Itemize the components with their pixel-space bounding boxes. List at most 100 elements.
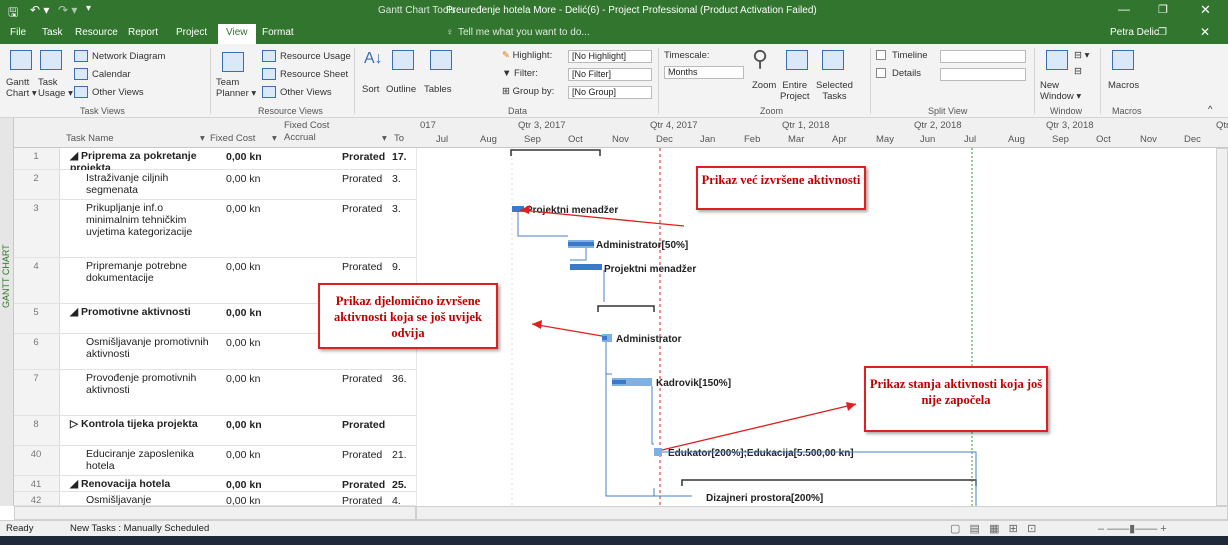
progress-bar[interactable] [612,380,626,384]
total-cell[interactable]: 21. [392,449,407,461]
progress-bar[interactable] [602,336,607,340]
other-views-button[interactable]: Other Views [92,87,144,98]
fixed-cost-cell[interactable]: 0,00 kn [226,479,262,491]
row-header[interactable]: 4 [14,258,60,303]
vertical-scrollbar[interactable] [1216,148,1228,506]
macros-button[interactable]: Macros [1108,80,1139,91]
progress-bar[interactable] [568,242,594,246]
row-header[interactable]: 1 [14,148,60,169]
tab-view[interactable]: View [218,24,256,44]
fixed-cost-cell[interactable]: 0,00 kn [226,261,260,273]
task-name-cell[interactable]: ▷ Kontrola tijeka projekta [70,418,214,430]
total-cell[interactable]: 3. [392,173,401,185]
timeline-dropdown[interactable] [940,50,1026,63]
row-header[interactable]: 42 [14,492,60,506]
fixed-cost-cell[interactable]: 0,00 kn [226,307,262,319]
tell-me-box[interactable]: Tell me what you want to do... [458,27,590,38]
accrual-cell[interactable]: Prorated [342,151,385,163]
task-usage-button[interactable]: Task Usage ▾ [38,77,73,99]
column-fixed-cost-accrual[interactable]: Fixed Cost Accrual [284,120,329,144]
outline-button[interactable]: Outline [386,84,416,95]
accrual-cell[interactable]: Prorated [342,479,385,491]
task-name-cell[interactable]: Istraživanje ciljnih segmenata [86,172,214,196]
table-row[interactable]: 1 ◢ Priprema za pokretanje projekta 0,00 k… [14,148,416,174]
sort-button[interactable]: Sort [362,84,379,95]
row-header[interactable]: 2 [14,170,60,199]
other-resource-views-button[interactable]: Other Views [280,87,332,98]
save-icon[interactable]: 🖫 [8,3,18,24]
task-name-cell[interactable]: Pripremanje potrebne dokumentacije [86,260,214,284]
row-header[interactable]: 3 [14,200,60,257]
fixed-cost-cell[interactable]: 0,00 kn [226,173,260,185]
task-name-cell[interactable]: Provođenje promotivnih aktivnosti [86,372,214,396]
team-planner-icon[interactable] [222,52,244,72]
total-cell[interactable]: 36. [392,373,407,385]
redo-icon[interactable]: ↷ ▾ [58,3,77,17]
zoom-slider[interactable]: – ——▮—— + [1098,522,1167,535]
total-cell[interactable]: 25. [392,479,407,491]
view-shortcut-icons[interactable]: ▢ ▤ ▦ ⊞ ⊡ [950,522,1036,535]
new-tasks-mode[interactable]: New Tasks : Manually Scheduled [70,523,209,534]
details-checkbox[interactable] [876,68,886,78]
task-name-cell[interactable]: Osmišljavanje [86,494,214,506]
fixed-cost-cell[interactable]: 0,00 kn [226,203,260,215]
gantt-chart-icon[interactable] [10,50,32,70]
dropdown-arrow-icon[interactable]: ▾ [382,133,387,144]
tab-report[interactable]: Report [128,27,158,38]
task-bar[interactable] [570,264,602,270]
total-cell[interactable]: 9. [392,261,401,273]
total-cell[interactable]: 3. [392,203,401,215]
accrual-cell[interactable]: Prorated [342,419,385,431]
table-row[interactable]: 40 Educiranje zaposlenika hotela 0,00 kn Pr… [14,446,416,476]
arrange-icon[interactable]: ⊟ ▾ [1074,50,1089,61]
details-dropdown[interactable] [940,68,1026,81]
filter-dropdown[interactable]: [No Filter] [568,68,652,81]
tab-task[interactable]: Task [42,27,63,38]
total-cell[interactable]: 17. [392,151,407,163]
table-row[interactable]: 7 Provođenje promotivnih aktivnosti 0,00 k… [14,370,416,416]
row-header[interactable]: 6 [14,334,60,369]
network-diagram-button[interactable]: Network Diagram [92,51,165,62]
fixed-cost-cell[interactable]: 0,00 kn [226,151,262,163]
resource-sheet-button[interactable]: Resource Sheet [280,69,348,80]
task-name-cell[interactable]: ◢ Promotivne aktivnosti [70,306,214,318]
row-header[interactable]: 7 [14,370,60,415]
group-by-dropdown[interactable]: [No Group] [568,86,652,99]
minimize-icon[interactable]: — [1118,2,1130,16]
column-fixed-cost[interactable]: Fixed Cost [210,133,255,144]
accrual-cell[interactable]: Prorated [342,261,382,273]
timescale-dropdown[interactable]: Months [664,66,744,79]
row-header[interactable]: 5 [14,304,60,333]
chart-horizontal-scrollbar[interactable] [416,506,1228,520]
tab-format[interactable]: Format [262,27,294,38]
fixed-cost-cell[interactable]: 0,00 kn [226,373,260,385]
undo-icon[interactable]: ↶ ▾ [30,3,49,17]
column-total[interactable]: To [394,133,404,144]
entire-project-button[interactable]: Entire Project [780,80,810,102]
fixed-cost-cell[interactable]: 0,00 kn [226,337,260,349]
row-header[interactable]: 8 [14,416,60,445]
task-bar[interactable] [654,448,662,456]
table-row[interactable]: 42 Osmišljavanje 0,00 kn Prorated 4. [14,492,416,507]
summary-bar[interactable] [597,305,655,312]
close-icon[interactable]: ✕ [1200,2,1211,18]
selected-tasks-button[interactable]: Selected Tasks [816,80,853,102]
fixed-cost-cell[interactable]: 0,00 kn [226,449,260,461]
dropdown-arrow-icon[interactable]: ▾ [200,133,205,144]
restore-icon[interactable]: ❐ [1158,3,1168,16]
zoom-button[interactable]: Zoom [752,80,776,91]
ribbon-display-icon[interactable]: ❐ [1158,27,1167,38]
task-usage-icon[interactable] [40,50,62,70]
timeline-checkbox[interactable] [876,50,886,60]
tab-file[interactable]: File [10,27,26,38]
tables-button[interactable]: Tables [424,84,451,95]
accrual-cell[interactable]: Prorated [342,173,382,185]
table-row[interactable]: 2 Istraživanje ciljnih segmenata 0,00 kn Pr… [14,170,416,200]
table-row[interactable]: 3 Prikupljanje inf.o minimalnim tehničkim… [14,200,416,258]
accrual-cell[interactable]: Prorated [342,203,382,215]
highlight-dropdown[interactable]: [No Highlight] [568,50,652,63]
accrual-cell[interactable]: Prorated [342,449,382,461]
task-name-cell[interactable]: Osmišljavanje promotivnih aktivnosti [86,336,214,360]
resource-usage-button[interactable]: Resource Usage [280,51,351,62]
accrual-cell[interactable]: Prorated [342,373,382,385]
